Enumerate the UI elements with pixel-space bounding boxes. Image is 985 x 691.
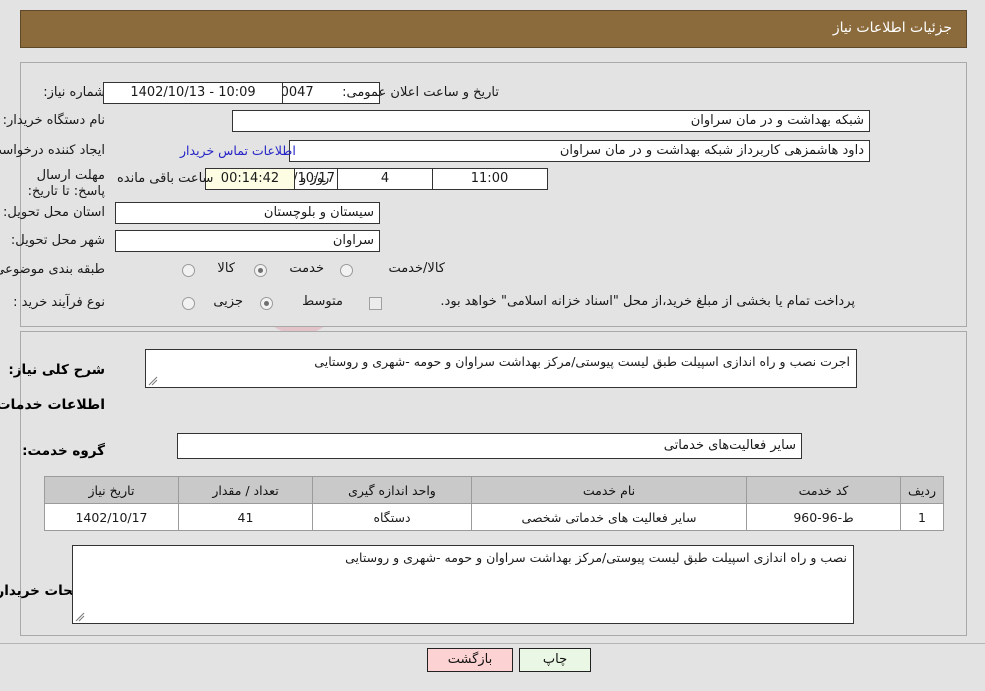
general-desc-textarea[interactable]: اجرت نصب و راه اندازی اسپیلت طبق لیست پی…: [145, 349, 857, 388]
cell-qty: 41: [178, 503, 313, 531]
footer-divider: [0, 643, 985, 644]
cell-row: 1: [900, 503, 944, 531]
process-option-0-label: جزیی: [213, 294, 243, 309]
radio-category-kala[interactable]: [182, 264, 195, 277]
col-code: کد خدمت: [746, 476, 901, 504]
radio-category-khedmat[interactable]: [254, 264, 267, 277]
days-field[interactable]: 4: [337, 168, 433, 190]
cell-unit: دستگاه: [312, 503, 472, 531]
creator-label: ایجاد کننده درخواست:: [0, 143, 105, 158]
buyer-contact-link[interactable]: اطلاعات تماس خریدار: [180, 143, 296, 158]
announce-field[interactable]: 1402/10/13 - 10:09: [103, 82, 283, 104]
need-number-label: شماره نیاز:: [43, 85, 105, 100]
cell-code: ط-96-960: [746, 503, 901, 531]
category-option-1-label: خدمت: [289, 261, 324, 276]
resize-grip-icon-2[interactable]: [75, 612, 85, 622]
table-header-row: ردیف کد خدمت نام خدمت واحد اندازه گیری ت…: [44, 476, 944, 504]
province-label: استان محل تحویل:: [3, 205, 105, 220]
col-qty: تعداد / مقدار: [178, 476, 313, 504]
resize-grip-icon[interactable]: [148, 376, 158, 386]
process-label: نوع فرآیند خرید :: [13, 295, 105, 310]
process-option-1-label: متوسط: [302, 294, 343, 309]
category-option-0-label: کالا: [217, 261, 235, 276]
print-button[interactable]: چاپ: [519, 648, 591, 672]
city-field[interactable]: سراوان: [115, 230, 380, 252]
radio-process-jozee[interactable]: [182, 297, 195, 310]
countdown-field: 00:14:42: [205, 168, 295, 190]
buyer-notes-textarea[interactable]: نصب و راه اندازی اسپیلت طبق لیست پیوستی/…: [72, 545, 854, 624]
cell-name: سایر فعالیت های خدماتی شخصی: [471, 503, 747, 531]
days-label: روز و: [300, 171, 330, 186]
remaining-label: ساعت باقی مانده: [117, 171, 214, 186]
back-button[interactable]: بازگشت: [427, 648, 513, 672]
announce-label: تاریخ و ساعت اعلان عمومی:: [342, 85, 499, 100]
province-field[interactable]: سیستان و بلوچستان: [115, 202, 380, 224]
service-group-label: گروه خدمت:: [22, 443, 105, 459]
page-header: جزئیات اطلاعات نیاز: [20, 10, 967, 48]
buyer-org-label: نام دستگاه خریدار:: [2, 113, 105, 128]
treasury-note-label: پرداخت تمام یا بخشی از مبلغ خرید،از محل …: [440, 294, 855, 309]
deadline-label: مهلت ارسال پاسخ: تا تاریخ:: [27, 168, 105, 199]
col-name: نام خدمت: [471, 476, 747, 504]
cell-date: 1402/10/17: [44, 503, 179, 531]
general-desc-label: شرح کلی نیاز:: [8, 362, 105, 378]
category-option-2-label: کالا/خدمت: [388, 261, 445, 276]
page-root: AriaTender.net جزئیات اطلاعات نیاز شماره…: [0, 0, 985, 691]
services-table: ردیف کد خدمت نام خدمت واحد اندازه گیری ت…: [44, 476, 944, 531]
table-row[interactable]: 1 ط-96-960 سایر فعالیت های خدماتی شخصی د…: [44, 503, 944, 531]
services-heading: اطلاعات خدمات مورد نیاز: [0, 397, 105, 413]
service-group-field[interactable]: سایر فعالیت‌های خدماتی: [177, 433, 802, 459]
page-title: جزئیات اطلاعات نیاز: [832, 20, 952, 36]
deadline-time-field[interactable]: 11:00: [431, 168, 548, 190]
general-desc-text: اجرت نصب و راه اندازی اسپیلت طبق لیست پی…: [314, 354, 850, 369]
col-row: ردیف: [900, 476, 944, 504]
buyer-org-field[interactable]: شبکه بهداشت و در مان سراوان: [232, 110, 870, 132]
treasury-docs-checkbox[interactable]: [369, 297, 382, 310]
category-label: طبقه بندی موضوعی:: [0, 262, 105, 277]
creator-field[interactable]: داود هاشمزهی کاربرداز شبکه بهداشت و در م…: [289, 140, 870, 162]
city-label: شهر محل تحویل:: [10, 233, 105, 248]
radio-process-motavasset[interactable]: [260, 297, 273, 310]
buyer-notes-text: نصب و راه اندازی اسپیلت طبق لیست پیوستی/…: [345, 550, 847, 565]
col-unit: واحد اندازه گیری: [312, 476, 472, 504]
col-date: تاریخ نیاز: [44, 476, 179, 504]
radio-category-kala-khedmat[interactable]: [340, 264, 353, 277]
